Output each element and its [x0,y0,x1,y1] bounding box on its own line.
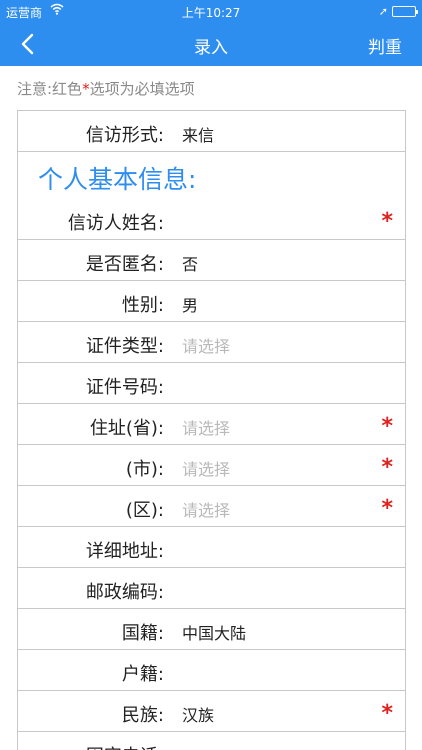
navigation-bar: 录入 判重 [0,22,422,66]
form-row-id-type[interactable]: 证件类型: 请选择 [18,322,405,363]
battery-indicator: ➚ [378,5,418,18]
form-row-ethnicity[interactable]: 民族: 汉族 * [18,691,405,732]
form-row-label: 固定电话: [18,742,164,750]
form-row-postal-code[interactable]: 邮政编码: [18,568,405,609]
form-row-label: 民族: [121,705,164,726]
required-notice: 注意:红色*选项为必填选项 [17,78,195,99]
form-row-placeholder: 请选择 [182,501,231,520]
notice-suffix: 选项为必填选项 [89,80,195,98]
form-row-value: 男 [182,296,199,315]
required-asterisk-icon: * [381,209,393,234]
required-asterisk-icon: * [381,455,393,480]
form-row-label: 国籍: [121,623,164,644]
form-rows: 信访人姓名: * 是否匿名: 否性别: 男证件类型: 请选择 证件号码: 住址(省): 请选择 *… [18,199,405,750]
form-row-letter-type[interactable]: 信访形式: 来信 [18,111,405,152]
notice-star: * [82,80,90,98]
required-asterisk-icon: * [381,496,393,521]
form-row-label: 住址(省): [89,418,164,439]
form-row-id-number[interactable]: 证件号码: [18,363,405,404]
form-row-label: 信访人姓名: [67,213,164,234]
form-row-address-province[interactable]: 住址(省): 请选择 * [18,404,405,445]
form-row-label: 详细地址: [85,541,164,562]
page-title: 录入 [194,38,228,58]
form-row-label: (区): [125,500,164,521]
form-row-label: 证件类型: [85,336,164,357]
form-row-value: 中国大陆 [182,624,247,643]
charging-icon: ➚ [378,5,388,18]
form-row-label: 信访形式: [85,125,164,146]
form-row-label: 邮政编码: [85,582,164,603]
duplicate-check-button[interactable]: 判重 [368,33,402,58]
section-title: 个人基本信息: [38,165,197,194]
form-row-label: 户籍: [121,664,164,685]
form-row-placeholder: 请选择 [182,460,231,479]
form-row-value: 汉族 [182,706,215,725]
form-row-placeholder: 请选择 [182,337,231,356]
form-row-household-registration[interactable]: 户籍: [18,650,405,691]
form-row-applicant-name[interactable]: 信访人姓名: * [18,199,405,240]
battery-icon [392,6,418,17]
status-bar: 运营商 上午10:27 ➚ [0,0,422,22]
notice-prefix: 注意:红色 [17,80,83,98]
form-row-value: 来信 [182,126,215,145]
form-row-label: (市): [125,459,164,480]
form-row-address-city[interactable]: (市): 请选择 * [18,445,405,486]
form-row-gender[interactable]: 性别: 男 [18,281,405,322]
form-row-placeholder: 请选择 [182,419,231,438]
form-row-detailed-address[interactable]: 详细地址: [18,527,405,568]
entry-form: 信访形式: 来信 个人基本信息: 信访人姓名: * 是否匿名: 否性别: 男证件类型: 请… [17,110,406,750]
form-row-label: 性别: [121,295,164,316]
form-row-label: 证件号码: [85,377,164,398]
form-row-anonymous[interactable]: 是否匿名: 否 [18,240,405,281]
form-row-address-district[interactable]: (区): 请选择 * [18,486,405,527]
status-time: 上午10:27 [181,6,241,20]
form-row-landline-phone[interactable]: 固定电话: [18,732,405,750]
required-asterisk-icon: * [381,414,393,439]
section-header-personal-info: 个人基本信息: [18,152,405,199]
form-row-value: 否 [182,255,199,274]
required-asterisk-icon: * [381,701,393,726]
form-row-nationality[interactable]: 国籍: 中国大陆 [18,609,405,650]
form-row-label: 是否匿名: [85,254,164,275]
